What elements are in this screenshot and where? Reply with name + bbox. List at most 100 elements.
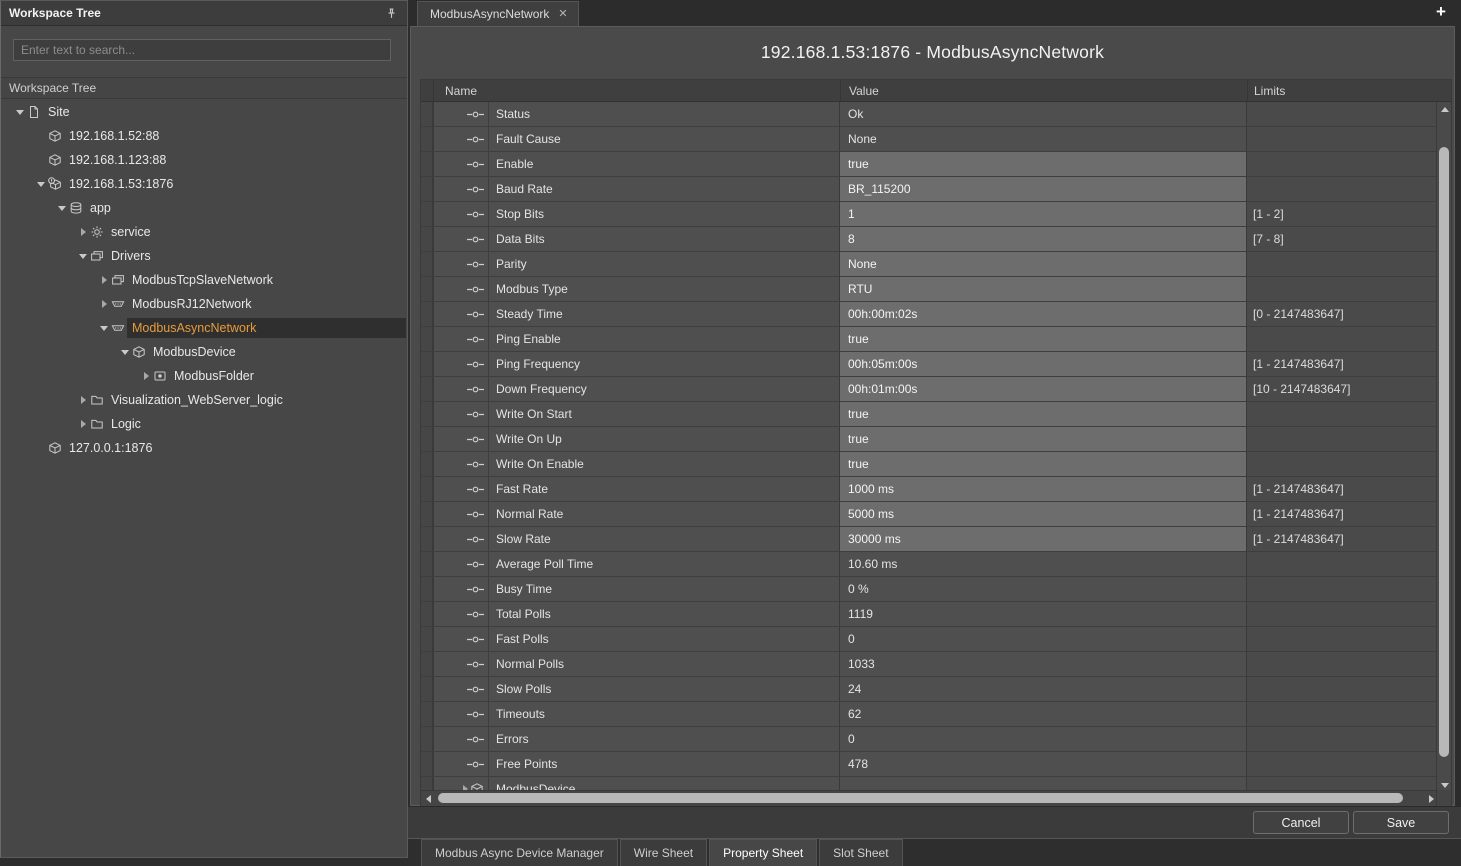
view-tab-slot-sheet[interactable]: Slot Sheet [819, 839, 902, 866]
chevron-down-icon[interactable] [13, 105, 27, 119]
horizontal-scroll-thumb[interactable] [438, 793, 1403, 803]
row-header-cell[interactable] [421, 102, 434, 127]
property-value[interactable]: None [840, 252, 1247, 277]
tree-item-logic[interactable]: Logic [1, 412, 407, 436]
row-header-cell[interactable] [421, 277, 434, 302]
row-header-cell[interactable] [421, 627, 434, 652]
property-value[interactable]: 00h:05m:00s [840, 352, 1247, 377]
property-value[interactable]: true [840, 427, 1247, 452]
search-input[interactable] [13, 39, 391, 61]
row-header-cell[interactable] [421, 202, 434, 227]
property-value[interactable]: 00h:01m:00s [840, 377, 1247, 402]
property-value[interactable]: 30000 ms [840, 527, 1247, 552]
slot-icon [467, 410, 484, 419]
tree-item-drivers[interactable]: Drivers [1, 244, 407, 268]
row-header-cell[interactable] [421, 252, 434, 277]
property-value[interactable]: BR_115200 [840, 177, 1247, 202]
row-header-cell[interactable] [421, 402, 434, 427]
chevron-down-icon[interactable] [118, 345, 132, 359]
tree-item-visualization-webserver-logic[interactable]: Visualization_WebServer_logic [1, 388, 407, 412]
tree-item-192-168-1-52-88[interactable]: 192.168.1.52:88 [1, 124, 407, 148]
property-row: Slow Rate30000 ms[1 - 2147483647] [421, 527, 1438, 552]
property-value[interactable]: 8 [840, 227, 1247, 252]
tree-item-modbustcpslavenetwork[interactable]: ModbusTcpSlaveNetwork [1, 268, 407, 292]
chevron-down-icon[interactable] [97, 321, 111, 335]
property-value[interactable]: 00h:00m:02s [840, 302, 1247, 327]
row-header-cell[interactable] [421, 552, 434, 577]
chevron-down-icon[interactable] [55, 201, 69, 215]
property-name: Ping Frequency [489, 357, 580, 371]
row-header-cell[interactable] [421, 477, 434, 502]
chevron-down-icon[interactable] [34, 177, 48, 191]
row-header-cell[interactable] [421, 677, 434, 702]
column-header-limits[interactable]: Limits [1248, 80, 1438, 101]
cancel-button[interactable]: Cancel [1253, 811, 1349, 834]
property-name: Down Frequency [489, 382, 587, 396]
column-header-name[interactable]: Name [434, 80, 841, 101]
tree-item-modbusdevice[interactable]: ModbusDevice [1, 340, 407, 364]
row-header-cell[interactable] [421, 702, 434, 727]
row-header-cell[interactable] [421, 602, 434, 627]
property-value[interactable]: 1 [840, 202, 1247, 227]
chevron-down-icon[interactable] [76, 249, 90, 263]
property-value[interactable]: 5000 ms [840, 502, 1247, 527]
property-limits [1247, 127, 1437, 152]
row-header-cell[interactable] [421, 502, 434, 527]
row-header-cell[interactable] [421, 652, 434, 677]
property-value[interactable]: true [840, 152, 1247, 177]
row-header-cell[interactable] [421, 452, 434, 477]
slot-icon [467, 385, 484, 394]
tree-item-modbusrj12network[interactable]: ModbusRJ12Network [1, 292, 407, 316]
row-header-cell[interactable] [421, 527, 434, 552]
row-header-cell[interactable] [421, 377, 434, 402]
property-value[interactable]: true [840, 327, 1247, 352]
horizontal-scrollbar[interactable] [421, 790, 1438, 806]
chevron-right-icon[interactable] [76, 225, 90, 239]
row-header-cell[interactable] [421, 227, 434, 252]
scroll-up-button[interactable] [1437, 102, 1452, 116]
column-header-value[interactable]: Value [841, 80, 1248, 101]
chevron-right-icon[interactable] [97, 273, 111, 287]
chevron-right-icon[interactable] [97, 297, 111, 311]
property-value[interactable]: 1000 ms [840, 477, 1247, 502]
tree-item-192-168-1-53-1876[interactable]: 192.168.1.53:1876 [1, 172, 407, 196]
chevron-right-icon[interactable] [139, 369, 153, 383]
close-icon[interactable]: ✕ [558, 9, 567, 20]
row-header-cell[interactable] [421, 727, 434, 752]
chevron-right-icon[interactable] [76, 393, 90, 407]
tree-item-service[interactable]: service [1, 220, 407, 244]
tab-modbus-async-network[interactable]: ModbusAsyncNetwork ✕ [417, 1, 579, 26]
vertical-scroll-thumb[interactable] [1439, 147, 1449, 757]
tree-item-app[interactable]: app [1, 196, 407, 220]
document-icon [27, 105, 43, 119]
slot-icon [467, 760, 484, 769]
row-header-cell[interactable] [421, 327, 434, 352]
row-header-cell[interactable] [421, 152, 434, 177]
property-value[interactable]: true [840, 402, 1247, 427]
tree-item-modbusfolder[interactable]: ModbusFolder [1, 364, 407, 388]
view-tab-property-sheet[interactable]: Property Sheet [709, 839, 817, 866]
add-tab-icon[interactable]: + [1431, 2, 1451, 22]
view-tab-wire-sheet[interactable]: Wire Sheet [620, 839, 707, 866]
tree-item-site[interactable]: Site [1, 100, 407, 124]
row-header-cell[interactable] [421, 427, 434, 452]
vertical-scrollbar[interactable] [1436, 102, 1451, 792]
chevron-right-icon[interactable] [76, 417, 90, 431]
row-header-cell[interactable] [421, 302, 434, 327]
connector-icon [111, 321, 127, 335]
property-value[interactable]: RTU [840, 277, 1247, 302]
scroll-left-button[interactable] [421, 791, 435, 807]
row-header-cell[interactable] [421, 577, 434, 602]
tree-item-127-0-0-1-1876[interactable]: 127.0.0.1:1876 [1, 436, 407, 460]
row-header-cell[interactable] [421, 752, 434, 777]
row-header-cell[interactable] [421, 352, 434, 377]
pin-icon[interactable] [383, 5, 399, 21]
save-button[interactable]: Save [1353, 811, 1449, 834]
row-header-cell[interactable] [421, 177, 434, 202]
property-value[interactable]: true [840, 452, 1247, 477]
tree-item-modbusasyncnetwork[interactable]: ModbusAsyncNetwork [1, 316, 407, 340]
tree-item-192-168-1-123-88[interactable]: 192.168.1.123:88 [1, 148, 407, 172]
view-tabbar: Modbus Async Device ManagerWire SheetPro… [408, 838, 1461, 866]
row-header-cell[interactable] [421, 127, 434, 152]
view-tab-modbus-async-device-manager[interactable]: Modbus Async Device Manager [421, 839, 618, 866]
